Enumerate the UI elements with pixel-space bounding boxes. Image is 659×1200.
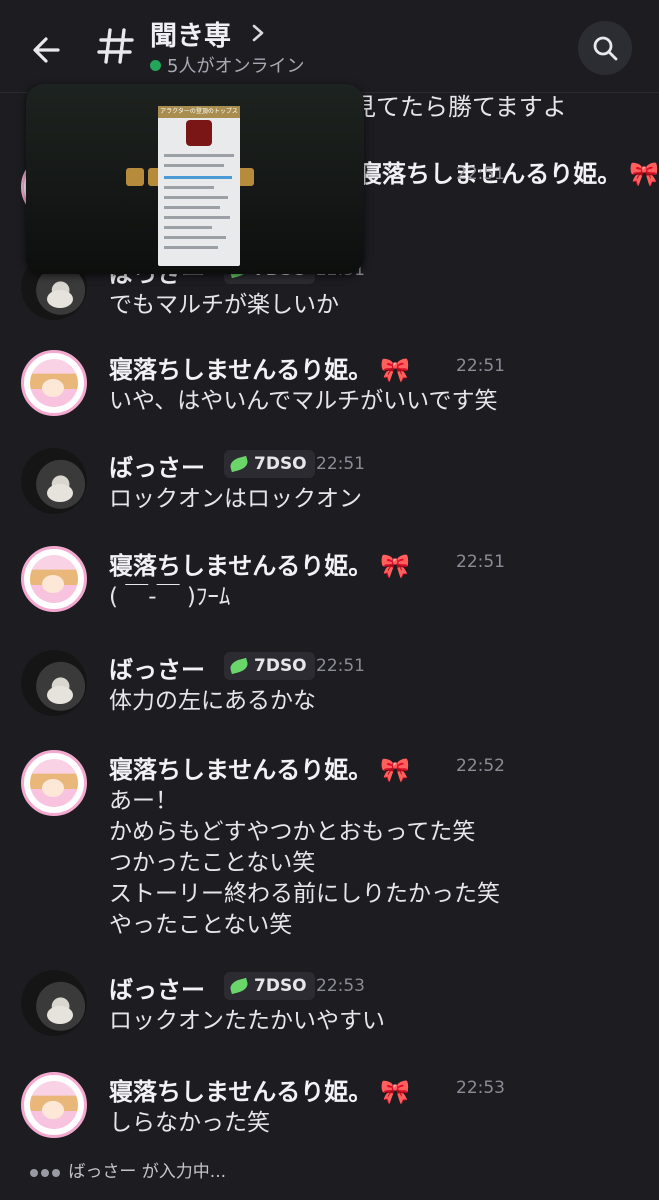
user-tag[interactable]: 7DSO <box>224 450 315 478</box>
message-text: 見てたら勝てますよ <box>352 93 567 121</box>
ribbon-badge-icon: 🎀 <box>380 356 411 384</box>
message-text: いや、はやいんでマルチがいいです笑 <box>109 388 498 414</box>
ribbon-badge-icon: 🎀 <box>380 1078 411 1106</box>
search-button[interactable] <box>578 21 632 75</box>
avatar[interactable] <box>21 650 87 716</box>
username[interactable]: 寝落ちしませんるり姫。 🎀 <box>358 154 659 189</box>
username[interactable]: ばっさー <box>109 448 205 483</box>
username[interactable]: 寝落ちしませんるり姫。 🎀 <box>109 1072 410 1107</box>
username[interactable]: ばっさー <box>109 970 205 1005</box>
timestamp: 22:51 <box>456 552 505 572</box>
timestamp: 22:52 <box>456 756 505 776</box>
message-text: ( ￣-￣ )ﾌｰﾑ <box>109 584 231 610</box>
message-text: 体力の左にあるかな <box>109 688 316 714</box>
chevron-right-icon[interactable] <box>250 22 266 44</box>
avatar[interactable] <box>21 750 87 816</box>
message-line: ストーリー終わる前にしりたかった笑 <box>109 881 500 907</box>
message-line: かめらもどすやつかとおもってた笑 <box>109 819 476 845</box>
avatar[interactable] <box>21 970 87 1036</box>
leaf-icon <box>228 455 250 473</box>
ribbon-badge-icon: 🎀 <box>629 160 659 188</box>
user-tag[interactable]: 7DSO <box>224 652 315 680</box>
channel-hash-icon <box>96 24 136 68</box>
timestamp: 22:51 <box>316 656 365 676</box>
timestamp: 22:53 <box>316 976 365 996</box>
character-portrait-icon <box>186 120 212 146</box>
username[interactable]: 寝落ちしませんるり姫。 🎀 <box>109 546 410 581</box>
online-status: 5人がオンライン <box>150 52 304 78</box>
search-icon <box>593 36 618 61</box>
ribbon-badge-icon: 🎀 <box>380 552 411 580</box>
timestamp: 22:53 <box>456 1078 505 1098</box>
leaf-icon <box>228 977 250 995</box>
message-line: つかったことない笑 <box>109 850 316 876</box>
timestamp: 22:51 <box>456 164 505 184</box>
timestamp: 22:51 <box>456 356 505 376</box>
avatar[interactable] <box>21 448 87 514</box>
avatar[interactable] <box>21 1072 87 1138</box>
leaf-icon <box>228 657 250 675</box>
user-tag[interactable]: 7DSO <box>224 972 315 1000</box>
username[interactable]: 寝落ちしませんるり姫。 🎀 <box>109 750 410 785</box>
stats-card: アラクターの登頂のトップス <box>158 106 240 266</box>
ribbon-badge-icon: 🎀 <box>380 756 411 784</box>
online-dot-icon <box>150 60 161 71</box>
message-line: やったことない笑 <box>109 912 293 938</box>
message-text: あー！ かめらもどすやつかとおもってた笑 つかったことない笑 ストーリー終わる前… <box>109 786 500 941</box>
message-text: ロックオンたたかいやすい <box>109 1008 385 1034</box>
username[interactable]: 寝落ちしませんるり姫。 🎀 <box>109 350 410 385</box>
message-text: しらなかった笑 <box>109 1110 270 1136</box>
timestamp: 22:51 <box>316 454 365 474</box>
avatar[interactable] <box>21 350 87 416</box>
avatar[interactable] <box>21 546 87 612</box>
message-line: あー！ <box>109 788 178 814</box>
username[interactable]: ばっさー <box>109 650 205 685</box>
message-text: でもマルチが楽しいか <box>109 292 339 318</box>
message-text: ロックオンはロックオン <box>109 486 362 512</box>
floating-image-preview[interactable]: アラクターの登頂のトップス <box>26 84 364 274</box>
typing-indicator: ばっさー が入力中... <box>30 1157 226 1182</box>
channel-title[interactable]: 聞き専 <box>150 14 231 53</box>
back-arrow-icon[interactable] <box>28 30 68 70</box>
typing-dots-icon <box>30 1162 63 1182</box>
stats-card-title: アラクターの登頂のトップス <box>158 106 240 118</box>
channel-header: 聞き専 5人がオンライン <box>0 0 659 93</box>
